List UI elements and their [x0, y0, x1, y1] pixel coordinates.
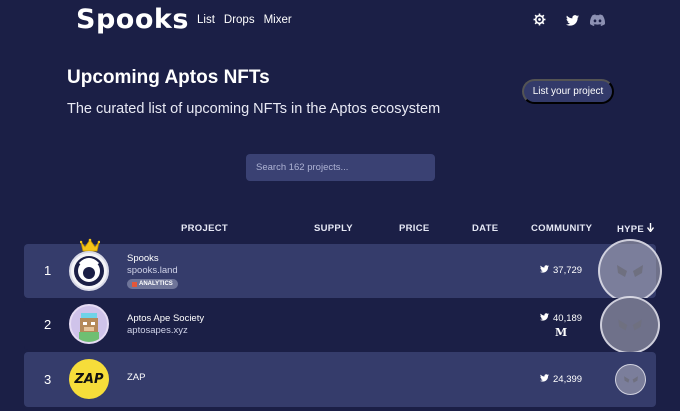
- column-header-price[interactable]: PRICE: [399, 223, 430, 234]
- nav-drops[interactable]: Drops: [224, 14, 255, 26]
- column-header-date[interactable]: DATE: [472, 223, 498, 234]
- hype-ghost-button[interactable]: [615, 364, 646, 395]
- page-subtitle: The curated list of upcoming NFTs in the…: [67, 101, 441, 117]
- twitter-icon: [540, 265, 549, 276]
- search-input[interactable]: Search 162 projects...: [246, 154, 435, 181]
- chart-icon: [132, 281, 137, 287]
- rank-number: 3: [44, 372, 52, 387]
- twitter-followers: 37,729: [553, 265, 583, 276]
- medium-icon[interactable]: M: [555, 326, 567, 339]
- project-name[interactable]: Spooks: [127, 253, 159, 264]
- list-your-project-button[interactable]: List your project: [522, 79, 614, 104]
- site-logo[interactable]: Spooks: [76, 4, 189, 35]
- column-header-supply[interactable]: SUPPLY: [314, 223, 353, 234]
- rank-number: 1: [44, 263, 52, 278]
- community-count[interactable]: 24,399: [540, 374, 582, 385]
- avatar[interactable]: [69, 304, 109, 344]
- column-header-project[interactable]: PROJECT: [181, 223, 228, 234]
- project-name[interactable]: ZAP: [127, 372, 145, 383]
- settings-icon[interactable]: [533, 13, 547, 27]
- table-row[interactable]: 2 Aptos Ape Society aptosapes.xyz 40,189…: [24, 296, 660, 354]
- community-count[interactable]: 40,189: [540, 313, 582, 324]
- twitter-icon: [540, 313, 549, 324]
- twitter-icon[interactable]: [566, 13, 580, 27]
- twitter-followers: 40,189: [553, 313, 583, 324]
- table-row[interactable]: 1 Spooks spooks.land ANALYTICS 37,729: [24, 238, 662, 303]
- column-header-hype[interactable]: HYPE: [617, 223, 655, 235]
- column-header-community[interactable]: COMMUNITY: [531, 223, 592, 234]
- page-title: Upcoming Aptos NFTs: [67, 67, 270, 88]
- project-url[interactable]: spooks.land: [127, 265, 178, 276]
- project-url[interactable]: aptosapes.xyz: [127, 325, 188, 336]
- nav-list[interactable]: List: [197, 14, 215, 26]
- nav-mixer[interactable]: Mixer: [264, 14, 292, 26]
- hype-ghost-button[interactable]: [598, 239, 662, 303]
- community-count[interactable]: 37,729: [540, 265, 582, 276]
- avatar[interactable]: [69, 251, 109, 291]
- main-nav: List Drops Mixer: [197, 14, 292, 26]
- project-name[interactable]: Aptos Ape Society: [127, 313, 204, 324]
- twitter-followers: 24,399: [553, 374, 583, 385]
- avatar-text: ZAP: [74, 371, 104, 387]
- sort-down-icon: [647, 223, 655, 235]
- badge-label: ANALYTICS: [139, 281, 173, 287]
- rank-number: 2: [44, 317, 52, 332]
- hype-ghost-button[interactable]: [600, 296, 660, 354]
- hype-header-label: HYPE: [617, 223, 645, 235]
- analytics-badge[interactable]: ANALYTICS: [127, 279, 178, 289]
- discord-icon[interactable]: [589, 13, 606, 27]
- twitter-icon: [540, 374, 549, 385]
- avatar[interactable]: ZAP: [69, 359, 109, 399]
- table-row[interactable]: 3 ZAP ZAP 24,399: [24, 352, 656, 407]
